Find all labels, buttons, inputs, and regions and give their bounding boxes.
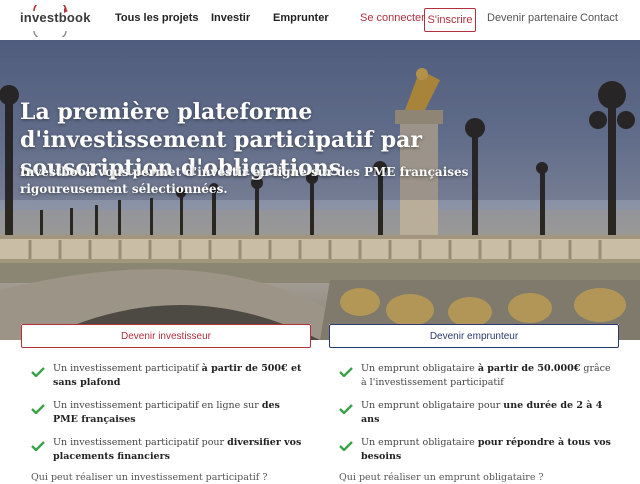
nav-contact[interactable]: Contact <box>580 12 618 24</box>
nav-borrow[interactable]: Emprunter <box>273 12 329 24</box>
nav-become-partner[interactable]: Devenir partenaire <box>487 12 578 24</box>
borrower-faq-link[interactable]: Qui peut réaliser un emprunt obligataire… <box>339 472 544 483</box>
check-icon <box>339 367 353 377</box>
become-investor-button[interactable]: Devenir investisseur <box>21 324 311 348</box>
investor-feature-2: Un investissement participatif en ligne … <box>31 399 301 429</box>
borrower-feature-3: Un emprunt obligataire pour répondre à t… <box>339 436 611 466</box>
signup-button[interactable]: S'inscrire <box>424 8 476 32</box>
top-navbar: investbook Tous les projets Investir Emp… <box>0 0 640 41</box>
hero-banner: La première plateforme d'investissement … <box>0 40 640 340</box>
investor-faq-link[interactable]: Qui peut réaliser un investissement part… <box>31 472 267 483</box>
investor-feature-1: Un investissement participatif à partir … <box>31 362 301 392</box>
check-icon <box>31 367 45 377</box>
investor-card: Devenir investisseur Un investissement p… <box>21 324 311 484</box>
borrower-feature-2: Un emprunt obligataire pour une durée de… <box>339 399 609 429</box>
login-link[interactable]: Se connecter <box>360 12 425 24</box>
check-icon <box>339 404 353 414</box>
check-icon <box>339 441 353 451</box>
investbook-logo[interactable]: investbook <box>20 5 90 37</box>
hero-subtitle: Investbook vous permet d'investir en lig… <box>20 165 469 196</box>
nav-all-projects[interactable]: Tous les projets <box>115 12 199 24</box>
check-icon <box>31 441 45 451</box>
check-icon <box>31 404 45 414</box>
investor-feature-3: Un investissement participatif pour dive… <box>31 436 301 466</box>
borrower-feature-1: Un emprunt obligataire à partir de 50.00… <box>339 362 611 392</box>
nav-invest[interactable]: Investir <box>211 12 250 24</box>
logo-text: investbook <box>20 10 91 25</box>
become-borrower-button[interactable]: Devenir emprunteur <box>329 324 619 348</box>
borrower-card: Devenir emprunteur Un emprunt obligatair… <box>329 324 619 484</box>
